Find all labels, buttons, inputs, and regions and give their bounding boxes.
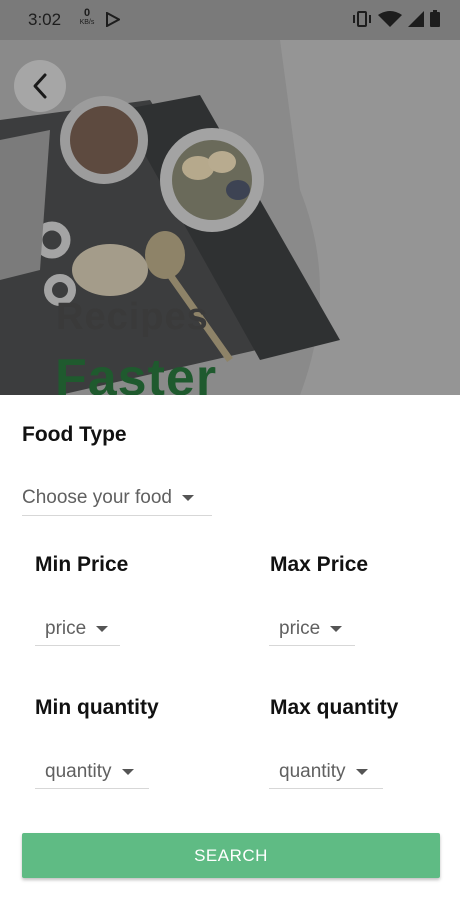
food-photo-illustration — [0, 40, 460, 395]
back-arrow-icon — [33, 73, 47, 99]
max-price-label: Max Price — [270, 553, 369, 576]
max-quantity-value: quantity — [279, 760, 346, 782]
network-speed-unit: KB/s — [79, 19, 95, 26]
signal-icon — [408, 10, 424, 27]
max-quantity-dropdown[interactable]: quantity — [269, 755, 383, 789]
max-price-value: price — [279, 617, 321, 639]
min-price-label: Min Price — [35, 553, 129, 576]
min-price-value: price — [45, 617, 87, 639]
food-type-dropdown[interactable]: Choose your food — [22, 481, 212, 516]
hero-subtitle: Faster — [55, 349, 218, 395]
play-store-icon — [106, 12, 120, 27]
max-price-dropdown[interactable]: price — [269, 612, 355, 646]
status-time: 3:02 — [28, 10, 62, 29]
hero-title: Recipes — [56, 296, 209, 338]
network-speed-value: 0 — [83, 7, 91, 19]
search-button[interactable]: SEARCH — [22, 833, 440, 878]
dropdown-caret-icon — [330, 625, 343, 632]
back-button[interactable] — [14, 60, 66, 112]
min-quantity-value: quantity — [45, 760, 112, 782]
vibrate-icon — [353, 10, 371, 27]
battery-icon — [430, 10, 440, 27]
food-type-value: Choose your food — [22, 487, 172, 508]
min-quantity-dropdown[interactable]: quantity — [35, 755, 149, 789]
dropdown-caret-icon — [96, 625, 109, 632]
dropdown-caret-icon — [355, 768, 368, 775]
dropdown-caret-icon — [121, 768, 134, 775]
wifi-icon — [378, 10, 402, 27]
dropdown-caret-icon — [182, 495, 194, 501]
network-speed: 0 KB/s — [76, 7, 98, 27]
hero-image: Recipes Faster — [0, 40, 460, 395]
food-type-label: Food Type — [22, 423, 127, 446]
max-quantity-label: Max quantity — [270, 696, 399, 719]
min-quantity-label: Min quantity — [35, 696, 159, 719]
min-price-dropdown[interactable]: price — [35, 612, 120, 646]
status-bar: 3:02 0 KB/s — [0, 0, 460, 40]
